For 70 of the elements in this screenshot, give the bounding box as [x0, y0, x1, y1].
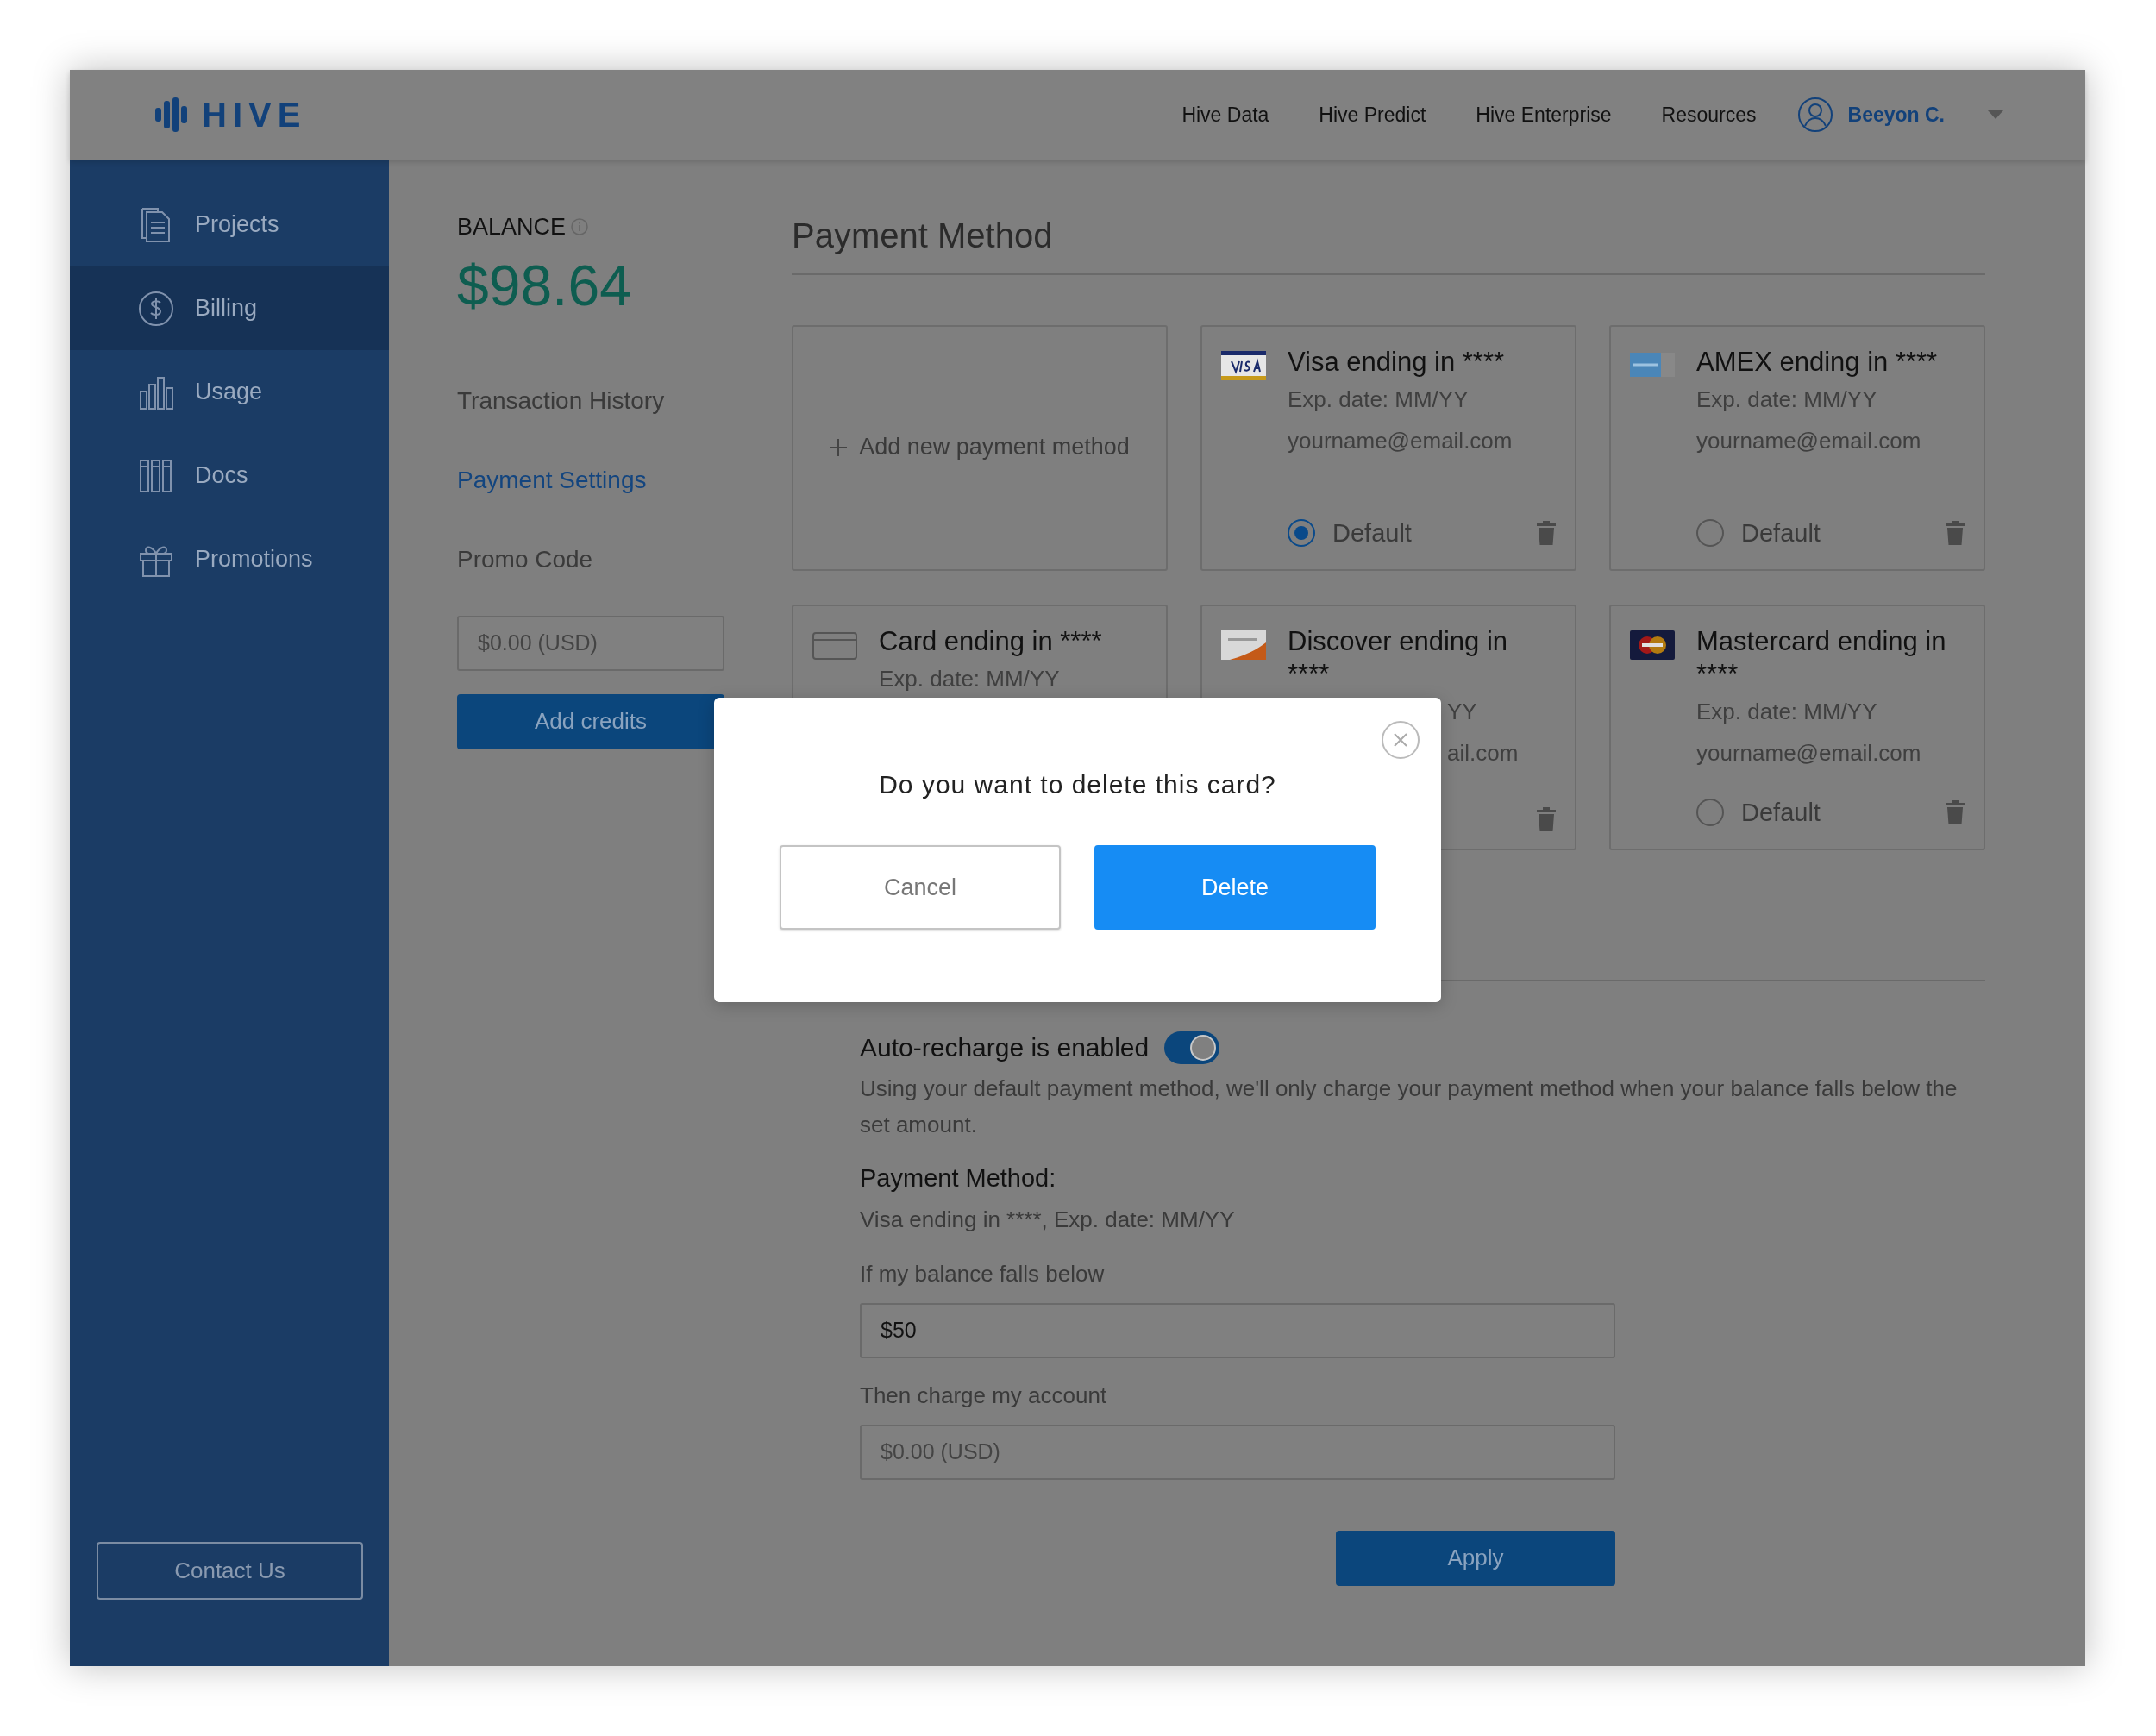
payment-method-text: Visa ending in ****, Exp. date: MM/YY — [860, 1205, 1236, 1234]
default-radio[interactable] — [1696, 519, 1724, 548]
auto-recharge-toggle[interactable] — [1164, 1031, 1220, 1064]
balance-amount: $98.64 — [457, 256, 632, 314]
add-payment-method-tile[interactable]: Add new payment method — [792, 325, 1168, 571]
expiry-date: Exp. date: MM/YY — [1696, 385, 1878, 414]
default-label: Default — [1741, 517, 1821, 548]
sidebar-item[interactable]: Promotions — [70, 517, 389, 601]
user-icon[interactable] — [1797, 97, 1833, 132]
sidebar-item[interactable]: Docs — [70, 434, 389, 517]
card-email: yourname@email.com — [1696, 427, 1922, 455]
close-button[interactable] — [1381, 720, 1420, 760]
billing-menu-link[interactable]: Transaction History — [457, 382, 665, 419]
book-columns-icon — [138, 457, 174, 494]
cancel-button[interactable]: Cancel — [780, 845, 1061, 930]
card-title: Discover ending in **** — [1288, 625, 1509, 691]
auto-recharge-label: Auto-recharge is enabled — [860, 1032, 1150, 1063]
card-logo-icon — [1221, 351, 1266, 380]
section-heading: Payment Method — [792, 210, 1985, 275]
dollar-icon — [138, 290, 174, 327]
default-label: Default — [1332, 517, 1412, 548]
sidebar-item[interactable]: Usage — [70, 350, 389, 434]
nav-link[interactable]: Hive Enterprise — [1476, 99, 1612, 130]
trash-icon[interactable] — [1537, 807, 1556, 831]
contact-us-button[interactable]: Contact Us — [97, 1542, 363, 1600]
card-logo-icon — [1630, 630, 1675, 660]
user-name[interactable]: Beeyon C. — [1847, 99, 1945, 130]
promo-amount-field[interactable]: $0.00 (USD) — [457, 615, 724, 671]
trash-icon[interactable] — [1946, 800, 1965, 825]
info-icon — [571, 218, 589, 236]
threshold-field[interactable]: $50 — [860, 1302, 1615, 1358]
add-credits-button[interactable]: Add credits — [457, 693, 724, 749]
card-title: Card ending in **** — [879, 625, 1103, 658]
apply-button[interactable]: Apply — [1336, 1530, 1615, 1586]
dialog-message: Do you want to delete this card? — [879, 769, 1276, 800]
description-text: Using your default payment method, we'll only charge your payment method when your balance falls below the set amount. — [860, 1075, 1959, 1139]
balance-label: BALANCE — [457, 213, 567, 241]
logo-text: HIVE — [202, 97, 307, 132]
default-radio[interactable] — [1696, 799, 1724, 827]
threshold-label: If my balance falls below — [860, 1259, 1106, 1288]
expiry-date: YY — [1447, 698, 1478, 726]
default-radio[interactable] — [1288, 519, 1315, 548]
sidebar-item[interactable]: Projects — [70, 183, 389, 266]
charge-label: Then charge my account — [860, 1381, 1108, 1410]
delete-button[interactable]: Delete — [1094, 845, 1376, 930]
billing-menu-link[interactable]: Payment Settings — [457, 461, 647, 498]
credit-card-icon — [812, 630, 857, 660]
expiry-date: Exp. date: MM/YY — [1696, 698, 1878, 726]
card-title: AMEX ending in **** — [1696, 346, 1939, 379]
default-label: Default — [1741, 797, 1821, 828]
plus-icon[interactable] — [830, 438, 848, 456]
card-title: Mastercard ending in **** — [1696, 625, 1947, 691]
trash-icon[interactable] — [1946, 521, 1965, 546]
expiry-date: Exp. date: MM/YY — [879, 665, 1061, 693]
nav-link[interactable]: Resources — [1661, 99, 1757, 130]
card-title: Visa ending in **** — [1288, 346, 1506, 379]
card-email: ail.com — [1447, 739, 1520, 768]
charge-amount-field[interactable]: $0.00 (USD) — [860, 1424, 1615, 1480]
card-email: yourname@email.com — [1696, 739, 1922, 768]
nav-link[interactable]: Hive Predict — [1319, 99, 1426, 130]
logo-icon — [155, 97, 188, 132]
trash-icon[interactable] — [1537, 521, 1556, 546]
nav-link[interactable]: Hive Data — [1181, 99, 1269, 130]
expiry-date: Exp. date: MM/YY — [1288, 385, 1470, 414]
payment-method-heading: Payment Method: — [860, 1163, 1057, 1194]
card-email: yourname@email.com — [1288, 427, 1514, 455]
caret-icon[interactable] — [1988, 110, 2003, 119]
billing-menu-link[interactable]: Promo Code — [457, 541, 593, 578]
card-logo-icon — [1221, 630, 1266, 660]
sidebar-item[interactable]: Billing — [70, 266, 389, 350]
